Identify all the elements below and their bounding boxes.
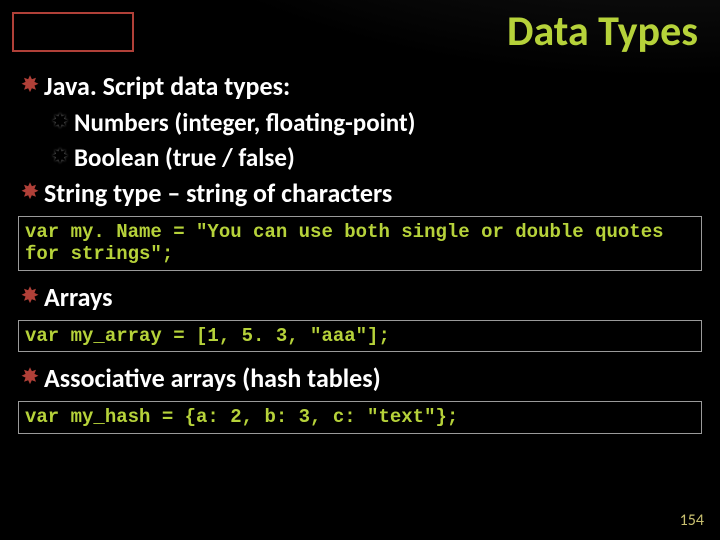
bullet-level1: ✸ Java. Script data types: [16,70,704,103]
bullet-text: Arrays [44,281,704,314]
page-number: 154 [680,511,704,530]
burst-icon: ✸ [46,110,74,133]
code-block-array: var my_array = [1, 5. 3, "aaa"]; [18,320,702,353]
code-block-string: var my. Name = "You can use both single … [18,216,702,272]
bullet-level2: ✸ Numbers (integer, floating-point) [46,107,704,138]
bullet-text: Java. Script data types: [44,70,704,103]
corner-decoration-box [12,12,134,52]
burst-icon: ✸ [16,284,44,309]
burst-icon: ✸ [16,365,44,390]
slide-body: ✸ Java. Script data types: ✸ Numbers (in… [16,66,704,444]
burst-icon: ✸ [16,180,44,205]
burst-icon: ✸ [46,145,74,168]
bullet-level1: ✸ Arrays [16,281,704,314]
bullet-text: String type – string of characters [44,177,704,210]
burst-icon: ✸ [16,73,44,98]
bullet-text: Boolean (true / false) [74,142,704,173]
bullet-text: Numbers (integer, floating-point) [74,107,704,138]
slide-title: Data Types [507,6,698,57]
slide: Data Types ✸ Java. Script data types: ✸ … [0,0,720,540]
bullet-text: Associative arrays (hash tables) [44,362,704,395]
code-block-hash: var my_hash = {a: 2, b: 3, c: "text"}; [18,401,702,434]
bullet-level1: ✸ String type – string of characters [16,177,704,210]
bullet-level2: ✸ Boolean (true / false) [46,142,704,173]
bullet-level1: ✸ Associative arrays (hash tables) [16,362,704,395]
